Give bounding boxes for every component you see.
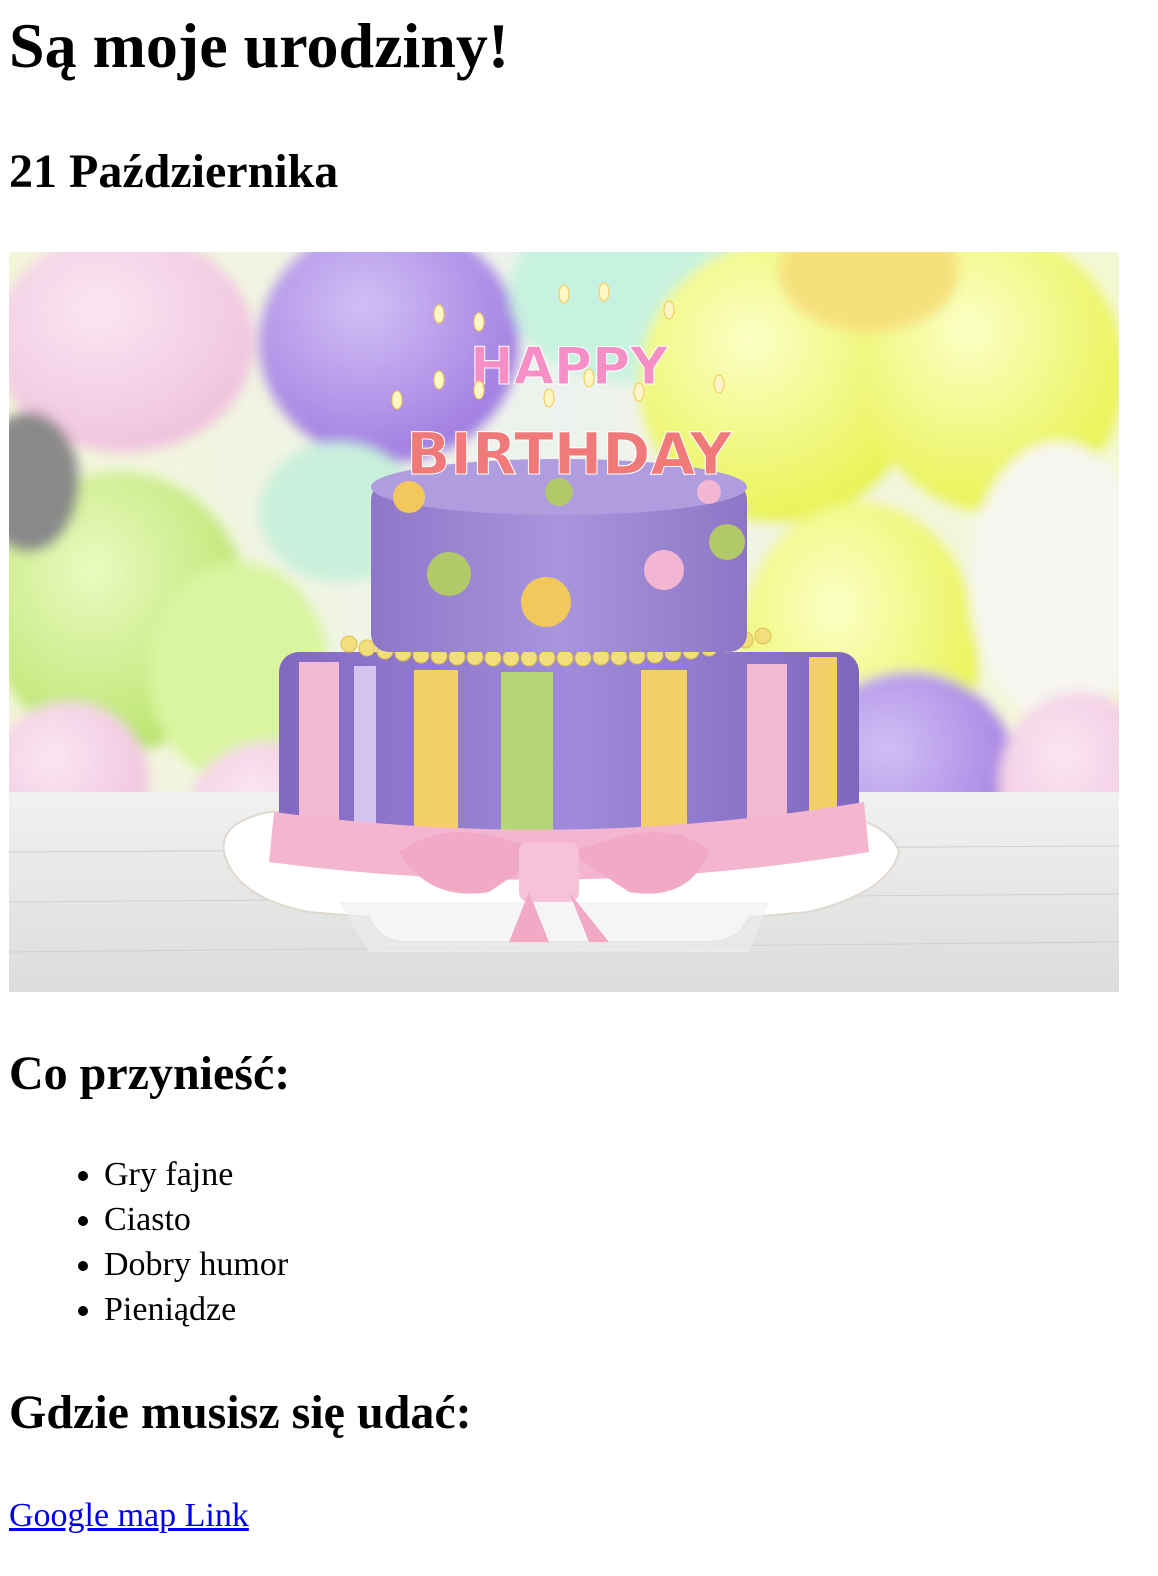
list-item: Gry fajne [104, 1152, 288, 1197]
birthday-cake-image: HAPPY BIRTHDAY [9, 252, 1119, 992]
page-title: Są moje urodziny! [9, 10, 510, 81]
where-heading: Gdzie musisz się udać: [9, 1386, 472, 1439]
candle-birthday: BIRTHDAY [406, 420, 732, 488]
list-item: Ciasto [104, 1197, 288, 1242]
list-item: Pieniądze [104, 1287, 288, 1332]
google-map-link[interactable]: Google map Link [9, 1494, 249, 1538]
list-item: Dobry humor [104, 1242, 288, 1287]
bring-list: Gry fajne Ciasto Dobry humor Pieniądze [9, 1152, 288, 1332]
bring-heading: Co przynieść: [9, 1047, 291, 1100]
party-date: 21 Października [9, 145, 339, 198]
